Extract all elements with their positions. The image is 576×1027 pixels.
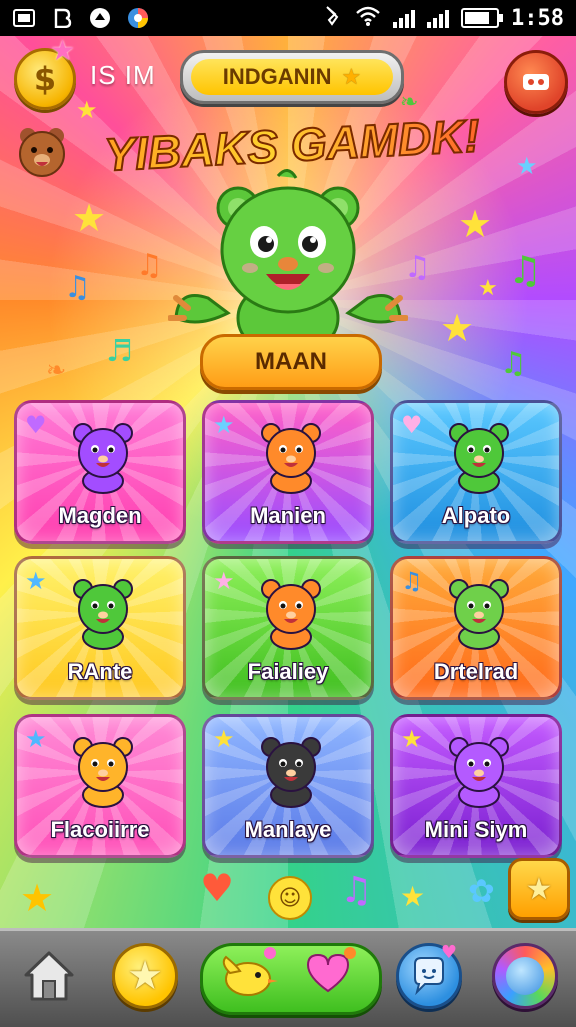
chat-button[interactable]: ♥ [396,942,462,1009]
star-icon: ★ [213,567,235,595]
star-icon: ★ [213,725,235,753]
bird-heart-icon [222,947,356,996]
leaf-icon: ❧ [400,90,419,115]
music-note-icon: ♬ [106,334,133,369]
globe-icon [506,957,544,995]
banner-pill[interactable]: INDGANIN ★ [180,50,404,104]
bear-mascot-icon [19,128,65,177]
signal-icon [427,8,450,28]
app-icon [88,6,112,30]
favorites-button[interactable]: ★ [508,858,570,920]
star-icon: ★ [440,306,475,350]
star-icon: ★ [401,725,423,753]
creature-icon [73,737,133,808]
player-label: IS IM [90,60,156,90]
game-card[interactable]: ♥ Alpato [390,400,562,544]
smiley-icon: ☺ [268,876,312,920]
star-icon: ★ [516,152,538,180]
music-note-icon: ♫ [401,567,423,595]
clock: 1:58 [511,5,564,31]
music-note-icon: ♫ [500,346,527,381]
game-card[interactable]: ★ RAnte [14,556,186,700]
star-icon: ★ [20,876,55,920]
music-note-icon: ♫ [404,250,431,285]
leaf-icon: ❧ [46,356,67,384]
star-icon: ★ [400,880,426,913]
card-label: Drtelrad [433,659,519,684]
game-card[interactable]: ★ Manien [202,400,374,544]
creature-icon [449,579,509,650]
card-label: Flacoiirre [50,817,150,842]
card-label: Manlaye [244,817,332,842]
card-label: Magden [58,503,142,528]
creature-icon [261,423,321,494]
card-label: RAnte [67,659,133,684]
star-button[interactable]: ★ [112,943,178,1009]
card-label: Mini Siym [424,817,528,842]
music-note-icon: ♫ [136,248,163,283]
star-icon: ★ [458,202,493,246]
creature-icon [261,737,321,808]
wifi-icon [355,6,381,30]
menu-icon [523,74,549,90]
menu-button[interactable] [504,50,568,114]
vibrate-icon [323,5,343,31]
creature-icon [73,579,133,650]
status-bar: 1:58 [0,0,576,36]
star-icon: ★ [25,567,47,595]
star-icon: ★ [525,871,553,907]
heart-icon: ♥ [25,411,47,439]
card-label: Manien [250,503,326,528]
signal-icon [393,8,416,28]
banner-text: INDGANIN [222,64,332,89]
screen-mirror-icon [12,6,36,30]
creature-icon [449,737,509,808]
star-icon: ★ [213,411,235,439]
battery-icon [461,8,504,28]
heart-icon: ♥ [200,866,235,910]
heart-icon: ♥ [440,942,457,963]
star-icon: ★ [341,64,362,90]
home-icon [24,951,74,1001]
browser-icon [126,6,150,30]
main-play-button[interactable]: MAAN [200,334,382,390]
music-note-icon: ♫ [340,870,373,911]
bottom-nav: ★ ♥ [0,928,576,1027]
star-icon: ★ [478,276,498,301]
heart-icon: ♥ [401,411,423,439]
star-icon: ★ [127,953,163,999]
globe-button[interactable] [492,943,558,1009]
card-label: Alpato [441,503,511,528]
game-card[interactable]: ♫ Drtelrad [390,556,562,700]
star-icon: ★ [25,725,47,753]
music-note-icon: ♫ [508,248,543,292]
star-icon: ★ [72,196,107,240]
game-card[interactable]: ★ Manlaye [202,714,374,858]
star-icon: ★ [76,96,98,124]
star-icon: ★ [50,34,76,67]
game-card[interactable]: ★ Mini Siym [390,714,562,858]
game-card[interactable]: ♥ Magden [14,400,186,544]
creature-icon [449,423,509,494]
card-label: Faialiey [247,659,329,684]
game-card[interactable]: ★ Faialiey [202,556,374,700]
green-bear-mascot [168,169,408,348]
creature-icon [73,423,133,494]
flower-icon: ✿ [468,872,495,910]
creature-icon [261,579,321,650]
home-button[interactable] [16,943,82,1009]
bird-heart-button[interactable] [200,943,382,1015]
b-icon [50,6,74,30]
game-card[interactable]: ★ Flacoiirre [14,714,186,858]
music-note-icon: ♫ [64,270,91,305]
